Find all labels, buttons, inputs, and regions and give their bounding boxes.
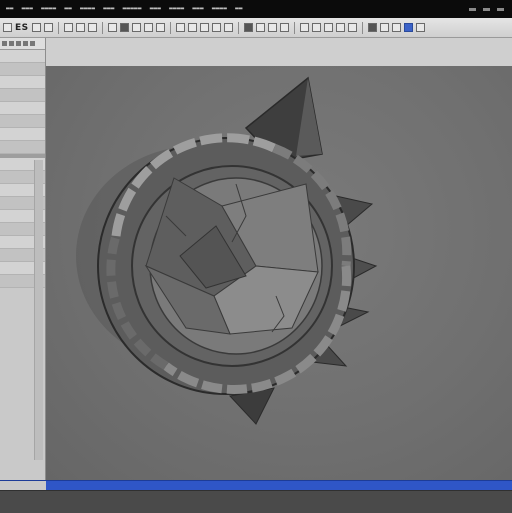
minimize-icon[interactable] (469, 7, 476, 11)
outliner-row[interactable] (0, 128, 45, 141)
toolbar: ES (0, 18, 512, 38)
shade-icon[interactable] (367, 23, 377, 32)
active-mode-icon[interactable] (403, 23, 413, 32)
window-controls (469, 7, 512, 11)
menu-item[interactable]: ▬▬▬ (22, 6, 33, 12)
maximize-icon[interactable] (483, 7, 490, 11)
vertex-icon[interactable] (175, 23, 185, 32)
pan-icon[interactable] (311, 23, 321, 32)
undo-icon[interactable] (243, 23, 253, 32)
outliner-row[interactable] (0, 76, 45, 89)
render-icon[interactable] (119, 23, 129, 32)
panel-tab-icon[interactable] (2, 41, 7, 46)
menubar: ▬▬ ▬▬▬ ▬▬▬▬ ▬▬ ▬▬▬▬ ▬▬▬ ▬▬▬▬▬ ▬▬▬ ▬▬▬▬ ▬… (0, 0, 512, 18)
object-icon[interactable] (211, 23, 221, 32)
snap-icon[interactable] (87, 23, 97, 32)
settings-icon[interactable] (391, 23, 401, 32)
camera-icon[interactable] (155, 23, 165, 32)
3d-viewport[interactable] (46, 66, 512, 480)
outliner-row[interactable] (0, 50, 45, 63)
panel-tab-icon[interactable] (9, 41, 14, 46)
grid-icon[interactable] (31, 23, 41, 32)
outliner-row[interactable] (0, 115, 45, 128)
status-bar (0, 490, 512, 513)
redo-icon[interactable] (255, 23, 265, 32)
help-icon[interactable] (415, 23, 425, 32)
orbit-icon[interactable] (323, 23, 333, 32)
menu-item[interactable]: ▬▬▬▬ (169, 6, 184, 12)
face-icon[interactable] (199, 23, 209, 32)
menu-item[interactable]: ▬▬▬ (150, 6, 161, 12)
panel-tab-icon[interactable] (16, 41, 21, 46)
texture-icon[interactable] (379, 23, 389, 32)
move-icon[interactable] (43, 23, 53, 32)
outliner-row[interactable] (0, 63, 45, 76)
toolbar-separator (169, 21, 171, 34)
scale-icon[interactable] (75, 23, 85, 32)
menu-item[interactable]: ▬▬▬▬ (80, 6, 95, 12)
menu-item[interactable]: ▬▬▬ (103, 6, 114, 12)
ungroup-icon[interactable] (279, 23, 289, 32)
panel-tab-icon[interactable] (23, 41, 28, 46)
frame-icon[interactable] (335, 23, 345, 32)
menu-item[interactable]: ▬▬▬▬ (212, 6, 227, 12)
panel-tab-icon[interactable] (30, 41, 35, 46)
menu-item[interactable]: ▬▬▬▬▬ (123, 6, 142, 12)
toolbar-separator (57, 21, 59, 34)
toolbar-separator (293, 21, 295, 34)
light-icon[interactable] (143, 23, 153, 32)
panel-scrollbar[interactable] (34, 160, 43, 460)
group-icon[interactable] (267, 23, 277, 32)
toolbar-separator (361, 21, 363, 34)
viewport-header (46, 38, 512, 67)
outliner-row[interactable] (0, 89, 45, 102)
toolbar-separator (237, 21, 239, 34)
left-panel-tabs (0, 38, 45, 50)
outliner-row[interactable] (0, 102, 45, 115)
menu-item[interactable]: ▬▬▬ (192, 6, 203, 12)
select-tool-icon[interactable] (3, 23, 12, 32)
stone-ring-model-icon[interactable] (46, 66, 512, 480)
outliner-row[interactable] (0, 141, 45, 154)
material-icon[interactable] (131, 23, 141, 32)
edge-icon[interactable] (187, 23, 197, 32)
link-icon[interactable] (223, 23, 233, 32)
toolbar-label: ES (15, 22, 29, 33)
close-icon[interactable] (497, 7, 504, 11)
menu-item[interactable]: ▬▬ (6, 6, 14, 12)
wireframe-icon[interactable] (347, 23, 357, 32)
layer-icon[interactable] (107, 23, 117, 32)
left-panel (0, 38, 46, 480)
rotate-icon[interactable] (63, 23, 73, 32)
zoom-icon[interactable] (299, 23, 309, 32)
toolbar-separator (101, 21, 103, 34)
menu-item[interactable]: ▬▬ (64, 6, 72, 12)
menu-item[interactable]: ▬▬ (235, 6, 243, 12)
menu-item[interactable]: ▬▬▬▬ (41, 6, 56, 12)
